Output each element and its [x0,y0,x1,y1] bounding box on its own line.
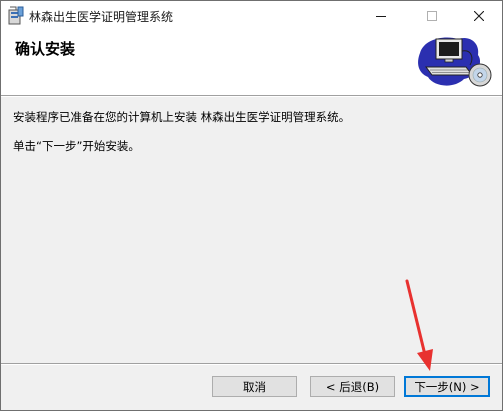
maximize-button[interactable] [409,1,455,31]
computer-disc-icon [414,33,496,93]
window-title: 林森出生医学证明管理系统 [29,10,174,24]
back-button[interactable]: < 后退(B) [310,376,395,397]
installer-package-icon [7,6,25,26]
close-button[interactable] [456,1,502,31]
next-button[interactable]: 下一步(N) > [404,376,490,397]
title-bar[interactable]: 林森出生医学证明管理系统 [1,1,502,31]
instruction-message: 单击“下一步”开始安装。 [13,139,140,153]
wizard-content: 安装程序已准备在您的计算机上安装 林森出生医学证明管理系统。 单击“下一步”开始… [13,109,493,167]
ready-message: 安装程序已准备在您的计算机上安装 林森出生医学证明管理系统。 [13,110,351,124]
cancel-button[interactable]: 取消 [212,376,297,397]
page-title: 确认安装 [15,40,76,58]
maximize-icon [427,11,437,21]
wizard-header: 确认安装 [1,31,502,95]
minimize-button[interactable] [358,1,404,31]
close-icon [474,11,484,21]
minimize-icon [376,11,386,21]
installer-window: 林森出生医学证明管理系统 确认安装 安装程序已准备在您的计算机上安装 林森出生医… [0,0,503,411]
annotation-arrow-icon [397,277,437,377]
